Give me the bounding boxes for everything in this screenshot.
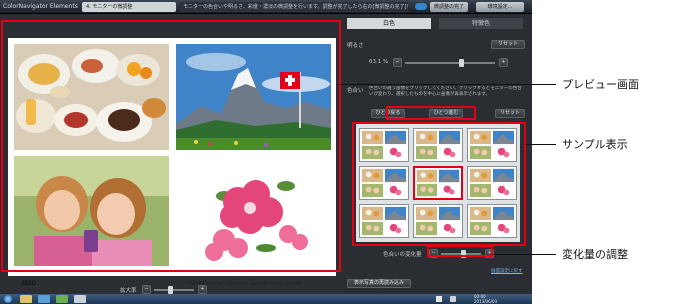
screenshot-root: ColorNavigator Elements 4. モニターの微調整 モニター…: [0, 0, 700, 304]
callout-preview: プレビュー画面: [562, 78, 639, 91]
taskbar: 00:00 2013/06/03: [0, 294, 532, 304]
finish-adjustment-button[interactable]: 微調整の完了: [430, 2, 468, 12]
brightness-slider[interactable]: [405, 62, 495, 64]
brightness-label: 明るさ: [347, 43, 364, 49]
colornavigator-icon[interactable]: [74, 295, 86, 303]
reload-photo-button[interactable]: 表示写真の再読み込み: [347, 279, 411, 288]
instruction-text: モニターの色合いや明るさ、彩度・濃淡の微調整を行います。調整が完了したら右の[微…: [180, 2, 408, 12]
app-logo: ColorNavigator Elements: [3, 3, 78, 10]
step-indicator: 4. モニターの微調整: [82, 2, 176, 12]
media-icon[interactable]: [38, 295, 50, 303]
toggle-switch[interactable]: [415, 3, 427, 10]
variation-label: 色合いの変化量: [383, 252, 422, 258]
folder-icon[interactable]: [20, 295, 32, 303]
speaker-icon[interactable]: [450, 296, 456, 302]
clock-date: 2013/06/03: [474, 299, 498, 304]
sample-leader-line: [526, 144, 556, 145]
variation-highlight-box: [427, 245, 493, 257]
brightness-decrease-icon[interactable]: −: [393, 58, 402, 67]
tint-label: 色合い: [347, 88, 364, 94]
zoom-in-icon[interactable]: +: [198, 285, 207, 294]
eizo-brand: EIZO: [22, 281, 37, 287]
brightness-increase-icon[interactable]: +: [499, 58, 508, 67]
brightness-value: 63.1 %: [369, 59, 389, 65]
zoom-out-icon[interactable]: −: [142, 285, 151, 294]
brightness-slider-thumb[interactable]: [459, 59, 465, 67]
preview-leader-line: [340, 84, 556, 85]
flag-icon[interactable]: [436, 296, 442, 302]
restore-link[interactable]: 画面設定に戻す: [491, 268, 523, 274]
browser-icon[interactable]: [56, 295, 68, 303]
tint-reset-button[interactable]: リセット: [495, 109, 525, 118]
tint-instructions: 色合いの違う画像をクリックしてください。クリックするとモニターの色合いが変わり、…: [369, 86, 522, 97]
zoom-slider[interactable]: [154, 289, 194, 291]
preview-highlight-box: [1, 20, 341, 272]
tab-white[interactable]: 白色: [347, 18, 431, 29]
brightness-reset-button[interactable]: リセット: [491, 40, 525, 49]
sample-grid-highlight-box: [352, 122, 526, 246]
start-orb-icon[interactable]: [4, 295, 12, 303]
zoom-label: 拡大率: [120, 288, 137, 294]
title-bar: ColorNavigator Elements 4. モニターの微調整 モニター…: [0, 0, 532, 14]
adjust-leader-line: [493, 254, 556, 255]
settings-button[interactable]: 環境設定...: [476, 2, 524, 12]
callout-sample: サンプル表示: [562, 138, 628, 151]
tab-feature-color[interactable]: 特徴色: [439, 18, 523, 29]
zoom-slider-thumb[interactable]: [168, 286, 173, 294]
step-buttons-highlight-box: [386, 106, 476, 120]
callout-adjust: 変化量の調整: [562, 248, 628, 261]
